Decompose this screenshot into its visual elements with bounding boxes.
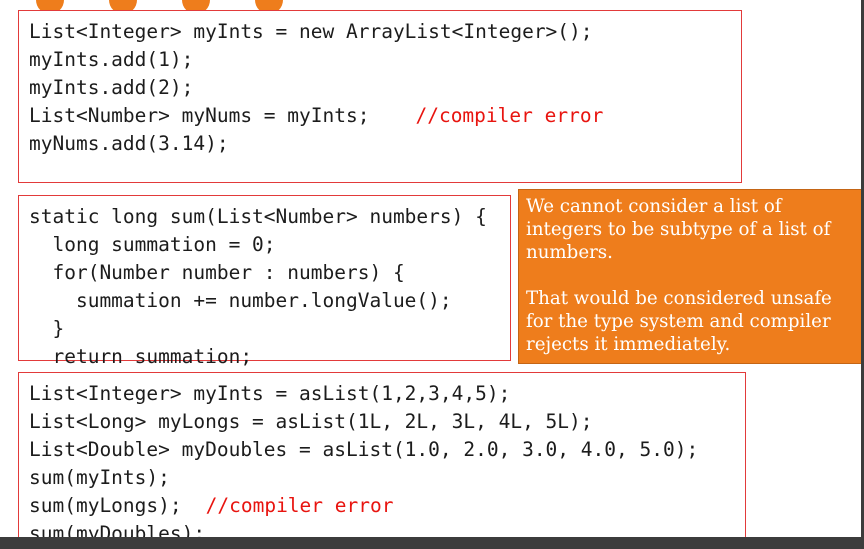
code-line: return summation; [29, 345, 253, 368]
code-line: List<Long> myLongs = asList(1L, 2L, 3L, … [29, 410, 593, 433]
code-block-sum-calls: List<Integer> myInts = asList(1,2,3,4,5)… [18, 372, 746, 545]
code-comment-compiler-error: //compiler error [205, 494, 394, 517]
code-comment-compiler-error: //compiler error [415, 104, 604, 127]
code-text: sum(myLongs); [29, 494, 182, 517]
code-line: myInts.add(1); [29, 48, 194, 71]
callout-paragraph: We cannot consider a list of integers to… [526, 196, 831, 263]
code-line: summation += number.longValue(); [29, 289, 452, 312]
code-line: static long sum(List<Number> numbers) { [29, 205, 487, 228]
code-block-sum-method: static long sum(List<Number> numbers) { … [18, 195, 511, 396]
code-line: for(Number number : numbers) { [29, 261, 405, 284]
code-line: myInts.add(2); [29, 76, 194, 99]
code-text: List<Number> myNums = myInts; [29, 104, 370, 127]
slide-frame-bottom-edge [0, 537, 864, 549]
code-line: long summation = 0; [29, 233, 276, 256]
code-line: List<Integer> myInts = asList(1,2,3,4,5)… [29, 382, 511, 405]
explanation-callout: We cannot consider a list of integers to… [518, 189, 864, 364]
code-line: } [29, 317, 65, 340]
code-line: List<Integer> myInts = new ArrayList<Int… [29, 20, 593, 43]
code-line: sum(myInts); [29, 466, 170, 489]
code-line-with-comment: List<Number> myNums = myInts; //compiler … [29, 102, 741, 130]
code-line-with-comment: sum(myLongs); //compiler error [29, 492, 745, 520]
callout-paragraph: That would be considered unsafe for the … [526, 288, 832, 355]
code-line: myNums.add(3.14); [29, 132, 229, 155]
code-block-generic-list-assignment: List<Integer> myInts = new ArrayList<Int… [18, 10, 742, 183]
code-line: List<Double> myDoubles = asList(1.0, 2.0… [29, 438, 699, 461]
